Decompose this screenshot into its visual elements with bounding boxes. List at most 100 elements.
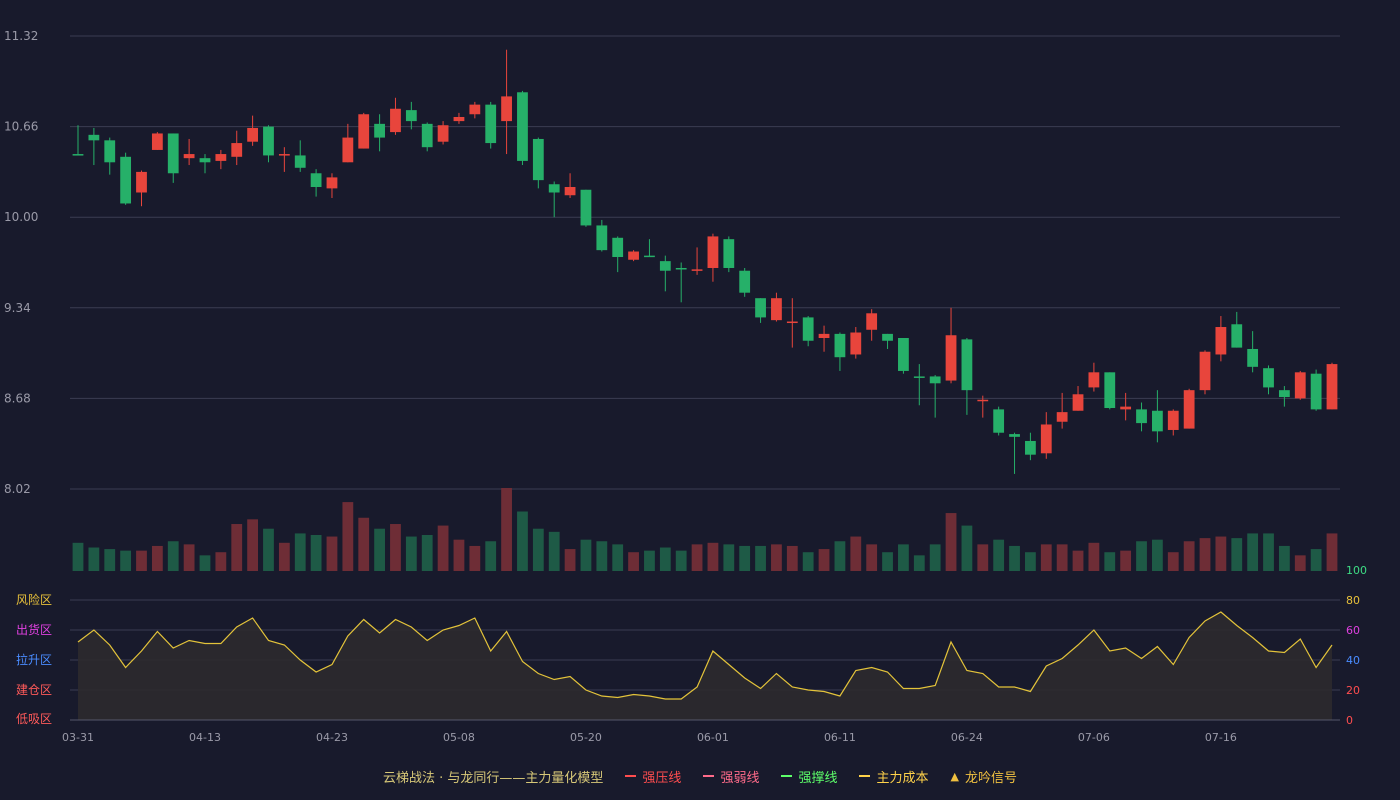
legend-item-main-cost[interactable]: 主力成本 xyxy=(859,767,928,786)
volume-bar xyxy=(898,544,909,571)
legend-label: 强弱线 xyxy=(720,770,760,786)
legend-swatch xyxy=(781,775,793,777)
candle-body xyxy=(104,140,116,163)
volume-bar xyxy=(437,525,449,571)
candle-body xyxy=(136,171,147,193)
legend-item-strength-line[interactable]: 强弱线 xyxy=(703,767,759,786)
zone-label: 出货区 xyxy=(16,622,52,637)
volume-bar xyxy=(913,555,925,571)
volume-bar xyxy=(183,544,195,571)
candle-body xyxy=(834,333,846,358)
date-tick-label: 05-08 xyxy=(443,731,475,744)
volume-bar xyxy=(882,552,893,571)
volume-bar xyxy=(612,544,624,571)
volume-bar xyxy=(818,549,830,571)
volume-bar xyxy=(1231,538,1243,571)
volume-bar xyxy=(453,539,465,571)
volume-bar xyxy=(104,549,116,571)
volume-bar xyxy=(1199,538,1211,571)
candle-body xyxy=(294,155,306,168)
candle-body xyxy=(1056,412,1068,422)
candle-body xyxy=(1278,390,1290,398)
legend-label: 强撑线 xyxy=(798,770,838,786)
candle-body xyxy=(358,114,370,149)
candle-body xyxy=(644,255,655,258)
candle-body xyxy=(659,261,671,271)
candle-body xyxy=(1120,406,1132,410)
candle-body xyxy=(1263,368,1274,388)
candle-body xyxy=(564,187,576,196)
candle-body xyxy=(120,156,132,204)
candle-body xyxy=(898,338,909,371)
volume-bar xyxy=(548,531,560,571)
candle-body xyxy=(961,339,973,391)
candle-body xyxy=(1136,409,1147,424)
volume-bar xyxy=(231,524,243,571)
candle-body xyxy=(771,298,782,321)
legend: 云梯战法 · 与龙同行——主力量化模型 强压线 强弱线 强撑线 主力成本 ▲ 龙… xyxy=(0,764,1400,788)
date-tick-label: 07-06 xyxy=(1078,731,1110,744)
candle-body xyxy=(532,138,544,181)
osc-tick-label: 40 xyxy=(1346,654,1360,667)
candle-body xyxy=(183,154,195,159)
candle-body xyxy=(739,270,751,293)
osc-tick-label: 100 xyxy=(1346,564,1367,577)
candle-body xyxy=(993,409,1005,433)
candle-body xyxy=(1326,364,1338,410)
volume-bar xyxy=(1278,545,1290,571)
date-tick-label: 03-31 xyxy=(62,731,94,744)
volume-bar xyxy=(247,519,259,571)
volume-bar xyxy=(167,541,179,571)
volume-bar xyxy=(961,525,973,571)
volume-bar xyxy=(1310,549,1322,571)
legend-item-strong-support[interactable]: 强撑线 xyxy=(781,767,837,786)
volume-bar xyxy=(374,528,385,571)
volume-bar xyxy=(136,550,147,571)
candle-body xyxy=(247,127,259,142)
volume-bar xyxy=(390,524,401,571)
oscillator-panel xyxy=(70,599,1340,721)
price-tick-label: 8.68 xyxy=(4,391,31,405)
candle-body xyxy=(199,158,211,163)
osc-tick-label: 0 xyxy=(1346,714,1353,727)
volume-bar xyxy=(263,528,274,571)
candle-body xyxy=(882,333,893,341)
volume-bar xyxy=(501,488,512,571)
candle-body xyxy=(72,154,84,156)
legend-label: 主力成本 xyxy=(876,770,929,786)
volume-bar xyxy=(88,547,100,571)
volume-bar xyxy=(358,517,370,571)
candles xyxy=(72,49,1338,474)
volume-bar xyxy=(707,542,719,571)
volume-bar xyxy=(532,528,544,571)
candle-body xyxy=(215,154,227,161)
candle-body xyxy=(850,332,862,355)
candle-body xyxy=(818,333,830,338)
volume-bar xyxy=(1088,542,1100,571)
volume-bar xyxy=(151,545,163,571)
date-tick-label: 06-11 xyxy=(824,731,856,744)
candle-body xyxy=(310,173,322,187)
candle-body xyxy=(1247,348,1259,367)
candle-body xyxy=(278,154,290,156)
legend-swatch xyxy=(859,775,871,777)
candle-body xyxy=(1231,324,1243,348)
volume-bar xyxy=(215,552,227,571)
candle-body xyxy=(326,177,338,189)
volume-bar xyxy=(1247,533,1259,571)
volume-bar xyxy=(1040,544,1052,571)
candle-body xyxy=(786,321,798,324)
candle-body xyxy=(231,143,243,157)
candle-body xyxy=(1072,394,1084,411)
candle-body xyxy=(675,267,687,270)
legend-item-strong-pressure[interactable]: 强压线 xyxy=(625,767,681,786)
volume-bar xyxy=(659,547,671,571)
candle-body xyxy=(437,125,449,142)
candle-body xyxy=(1009,434,1020,437)
candle-body xyxy=(596,225,608,251)
candle-body xyxy=(802,317,814,341)
candle-body xyxy=(263,126,274,156)
volume-bar xyxy=(771,544,782,571)
triangle-icon: ▲ xyxy=(950,769,959,783)
legend-item-dragon-signal[interactable]: ▲ 龙吟信号 xyxy=(950,767,1016,786)
